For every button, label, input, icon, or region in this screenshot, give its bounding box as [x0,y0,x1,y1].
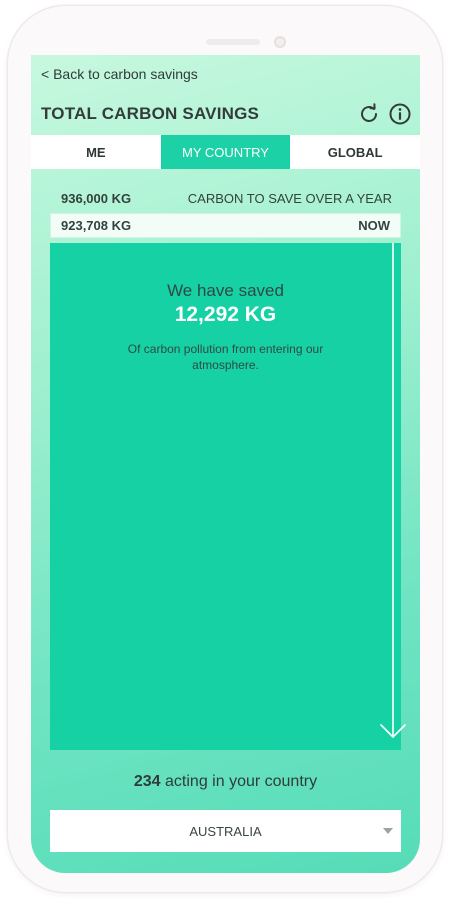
savings-fill-area: We have saved 12,292 KG Of carbon pollut… [50,243,406,750]
phone-speaker [206,39,260,45]
target-row: 936,000 KG CARBON TO SAVE OVER A YEAR [61,191,392,206]
saved-description: Of carbon pollution from entering our at… [127,342,324,372]
app-screen: < Back to carbon savings TOTAL CARBON SA… [31,55,420,873]
refresh-icon[interactable] [357,102,381,126]
acting-label: acting in your country [160,773,318,790]
tab-my-country[interactable]: MY COUNTRY [160,135,291,169]
phone-camera [274,36,286,48]
country-select[interactable]: AUSTRALIA [50,810,401,852]
country-select-value: AUSTRALIA [189,823,262,839]
acting-count: 234 [133,773,161,790]
saved-prefix: We have saved [167,281,284,300]
caret-down-icon [383,828,393,834]
now-row: 923,708 KG NOW [50,213,401,238]
tab-global[interactable]: GLOBAL [290,135,420,169]
scope-tabs: ME MY COUNTRY GLOBAL [31,135,420,169]
arrow-down-icon [380,243,406,738]
current-amount: 923,708 KG [61,218,132,233]
info-icon[interactable] [388,102,412,126]
target-label: CARBON TO SAVE OVER A YEAR [187,191,392,206]
target-amount: 936,000 KG [61,191,132,206]
saved-value: 12,292 KG [174,303,277,326]
page-title: TOTAL CARBON SAVINGS [41,104,260,123]
tab-me[interactable]: ME [31,135,161,169]
acting-count-text: 234 acting in your country [31,773,420,791]
back-link[interactable]: < Back to carbon savings [41,66,198,82]
now-label: NOW [358,218,390,233]
